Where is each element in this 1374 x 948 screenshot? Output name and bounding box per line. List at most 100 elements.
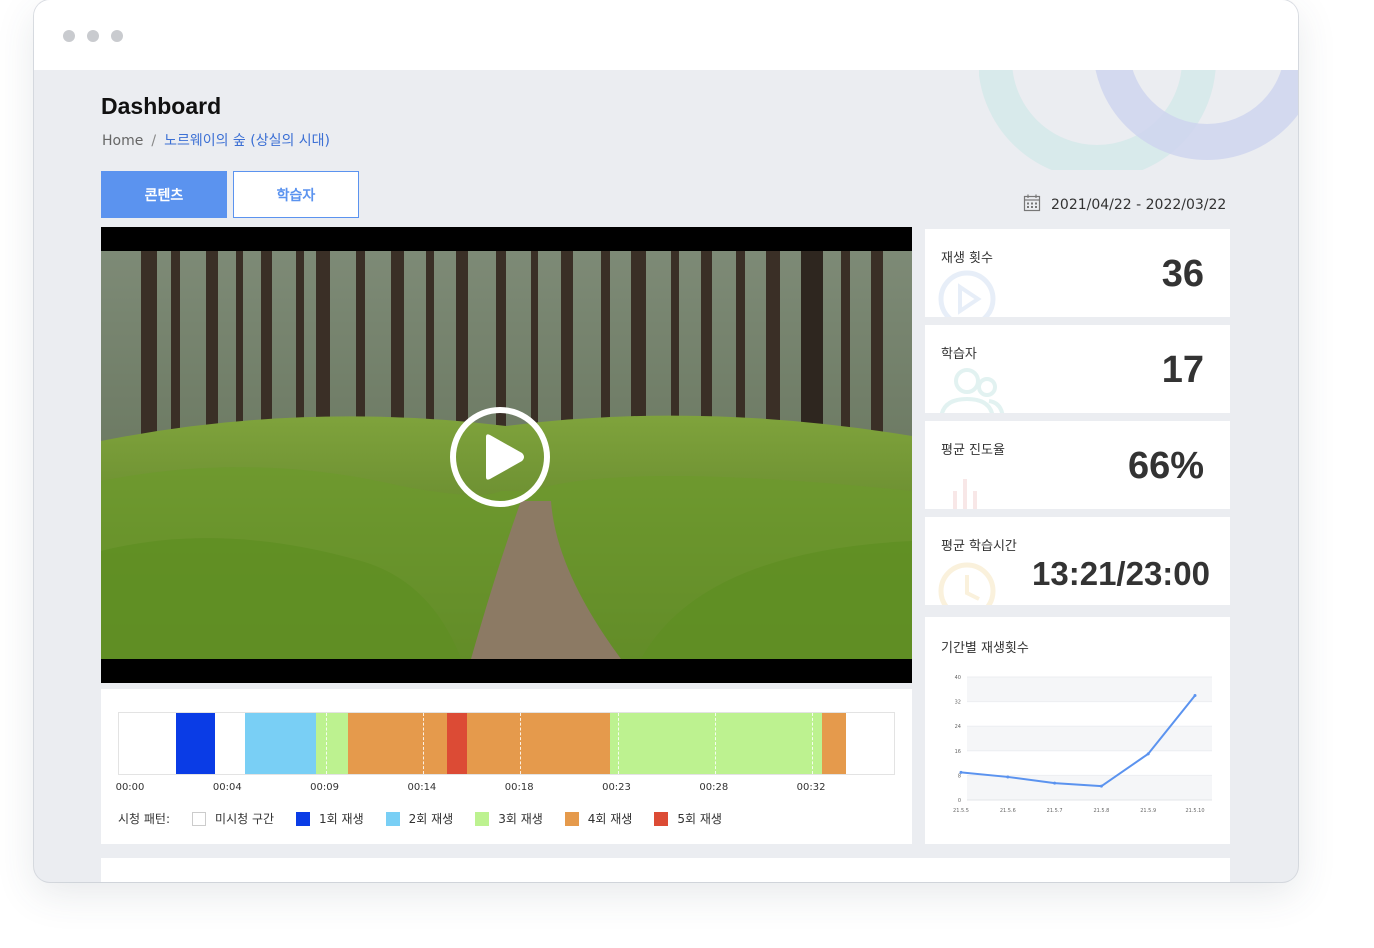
heatmap-segment xyxy=(175,713,216,774)
play-circle-icon xyxy=(937,269,1001,317)
heatmap-segment xyxy=(446,713,467,774)
heatmap-segment xyxy=(244,713,316,774)
legend-swatch xyxy=(296,811,311,826)
stat-value: 17 xyxy=(1161,349,1204,391)
legend-item: 2회 재생 xyxy=(385,810,454,827)
stat-card-learners: 학습자 17 xyxy=(925,325,1230,413)
chart-grid-band xyxy=(967,677,1212,702)
breadcrumb-home[interactable]: Home xyxy=(102,133,143,149)
chart-y-tick-label: 0 xyxy=(958,798,961,804)
heatmap-segment xyxy=(348,713,447,774)
chart-y-tick-label: 16 xyxy=(955,749,961,755)
breadcrumb-separator: / xyxy=(151,133,157,149)
heatmap-tick-line xyxy=(617,713,619,774)
heatmap-tick-label: 00:14 xyxy=(407,782,437,793)
legend-item: 5회 재생 xyxy=(654,810,722,827)
chart-y-tick-label: 24 xyxy=(955,724,961,730)
heatmap-tick-line xyxy=(812,713,814,774)
chart-data-point xyxy=(1053,781,1057,785)
chart-data-point xyxy=(1006,775,1010,779)
play-icon[interactable] xyxy=(448,405,552,509)
legend-label: 1회 재생 xyxy=(319,812,364,826)
playback-heatmap xyxy=(118,712,895,775)
chart-x-tick-label: 21.5.8 xyxy=(1093,808,1109,814)
legend-label: 2회 재생 xyxy=(408,812,454,826)
heatmap-tick-label: 00:09 xyxy=(310,782,340,793)
legend-swatch xyxy=(564,811,579,826)
video-player[interactable] xyxy=(101,227,912,683)
heatmap-tick-label: 00:00 xyxy=(115,782,145,793)
bar-chart-icon xyxy=(937,461,1001,509)
stat-label: 재생 횟수 xyxy=(941,251,993,266)
tab-content[interactable]: 콘텐츠 xyxy=(101,171,227,218)
legend-label: 4회 재생 xyxy=(587,812,633,826)
chart-data-point xyxy=(1146,752,1150,756)
date-range-text: 2021/04/22 - 2022/03/22 xyxy=(1051,197,1227,213)
chart-y-tick-label: 32 xyxy=(955,700,961,706)
date-range-picker[interactable]: 2021/04/22 - 2022/03/22 xyxy=(1023,194,1226,216)
heatmap-segment xyxy=(821,713,846,774)
stat-label: 평균 진도율 xyxy=(941,443,1005,458)
chart-data-point xyxy=(1099,784,1103,788)
stat-card-plays: 재생 횟수 36 xyxy=(925,229,1230,317)
page-title: Dashboard xyxy=(101,93,222,119)
chart-x-tick-label: 21.5.5 xyxy=(953,808,969,814)
stat-card-avg-study-time: 평균 학습시간 13:21/23:00 xyxy=(925,517,1230,605)
heatmap-tick-line xyxy=(325,713,327,774)
heatmap-segment xyxy=(215,713,245,774)
chart-y-tick-label: 8 xyxy=(958,773,961,779)
chart-data-point xyxy=(959,770,963,774)
users-icon xyxy=(937,365,1009,413)
stat-label: 평균 학습시간 xyxy=(941,539,1017,554)
heatmap-tick-label: 00:18 xyxy=(504,782,534,793)
breadcrumb-current[interactable]: 노르웨이의 숲 (상실의 시대) xyxy=(164,133,330,149)
legend-label: 미시청 구간 xyxy=(215,812,275,826)
browser-window: Dashboard Home / 노르웨이의 숲 (상실의 시대) 콘텐츠 학습자 … xyxy=(34,0,1298,882)
chart-y-tick-label: 40 xyxy=(955,675,961,681)
chart-x-tick-label: 21.5.6 xyxy=(1000,808,1016,814)
heatmap-tick-line xyxy=(422,713,424,774)
chart-x-tick-label: 21.5.7 xyxy=(1047,808,1063,814)
header-decoration xyxy=(979,70,1298,170)
heatmap-segment xyxy=(845,713,894,774)
clock-icon xyxy=(937,557,1001,605)
heatmap-tick-label: 00:04 xyxy=(212,782,242,793)
legend-swatch xyxy=(192,811,207,826)
legend-item: 1회 재생 xyxy=(296,810,364,827)
stat-card-avg-progress: 평균 진도율 66% xyxy=(925,421,1230,509)
legend-swatch xyxy=(475,811,490,826)
legend-label: 5회 재생 xyxy=(677,812,722,826)
window-maximize-control[interactable] xyxy=(111,30,123,42)
plays-by-period-chart: 기간별 재생횟수 40 32 24 16 8 0 21.5.5 21.5.6 21.5.7 21.… xyxy=(925,617,1230,844)
line-chart: 40 32 24 16 8 0 21.5.5 21.5.6 21.5.7 21.5.8 21.5.9… xyxy=(953,675,1212,814)
heatmap-legend: 시청 패턴: 미시청 구간 1회 재생 2회 재생 3회 재생 4회 재생 5회 재생 xyxy=(118,810,744,827)
chart-x-tick-label: 21.5.10 xyxy=(1185,808,1204,814)
legend-label: 3회 재생 xyxy=(498,812,543,826)
stat-value: 36 xyxy=(1161,253,1204,295)
bottom-panel xyxy=(101,858,1230,882)
legend-item: 미시청 구간 xyxy=(192,810,274,827)
playback-heatmap-panel: 00:00 00:04 00:09 00:14 00:18 00:23 00:28 00:32… xyxy=(101,689,912,844)
stat-label: 학습자 xyxy=(941,347,977,362)
heatmap-segment xyxy=(315,713,349,774)
chart-data-point xyxy=(1193,693,1197,697)
chart-x-tick-label: 21.5.9 xyxy=(1140,808,1156,814)
legend-swatch xyxy=(654,811,669,826)
heatmap-tick-line xyxy=(714,713,716,774)
window-minimize-control[interactable] xyxy=(87,30,99,42)
chart-grid-band xyxy=(967,775,1212,800)
breadcrumb: Home / 노르웨이의 숲 (상실의 시대) xyxy=(102,130,330,150)
heatmap-tick-line xyxy=(520,713,522,774)
stat-value: 66% xyxy=(1127,445,1204,487)
legend-items: 미시청 구간 1회 재생 2회 재생 3회 재생 4회 재생 5회 재생 xyxy=(192,810,744,827)
chart-grid-band xyxy=(967,701,1212,727)
chart-grid-band xyxy=(967,750,1212,776)
legend-title: 시청 패턴: xyxy=(118,812,171,826)
heatmap-tick-label: 00:23 xyxy=(602,782,631,793)
stat-value: 13:21/23:00 xyxy=(1032,555,1210,592)
heatmap-tick-line xyxy=(228,713,230,774)
heatmap-tick-label: 00:32 xyxy=(796,782,826,793)
window-close-control[interactable] xyxy=(63,30,75,42)
tab-learners[interactable]: 학습자 xyxy=(233,171,359,218)
legend-item: 3회 재생 xyxy=(475,810,543,827)
